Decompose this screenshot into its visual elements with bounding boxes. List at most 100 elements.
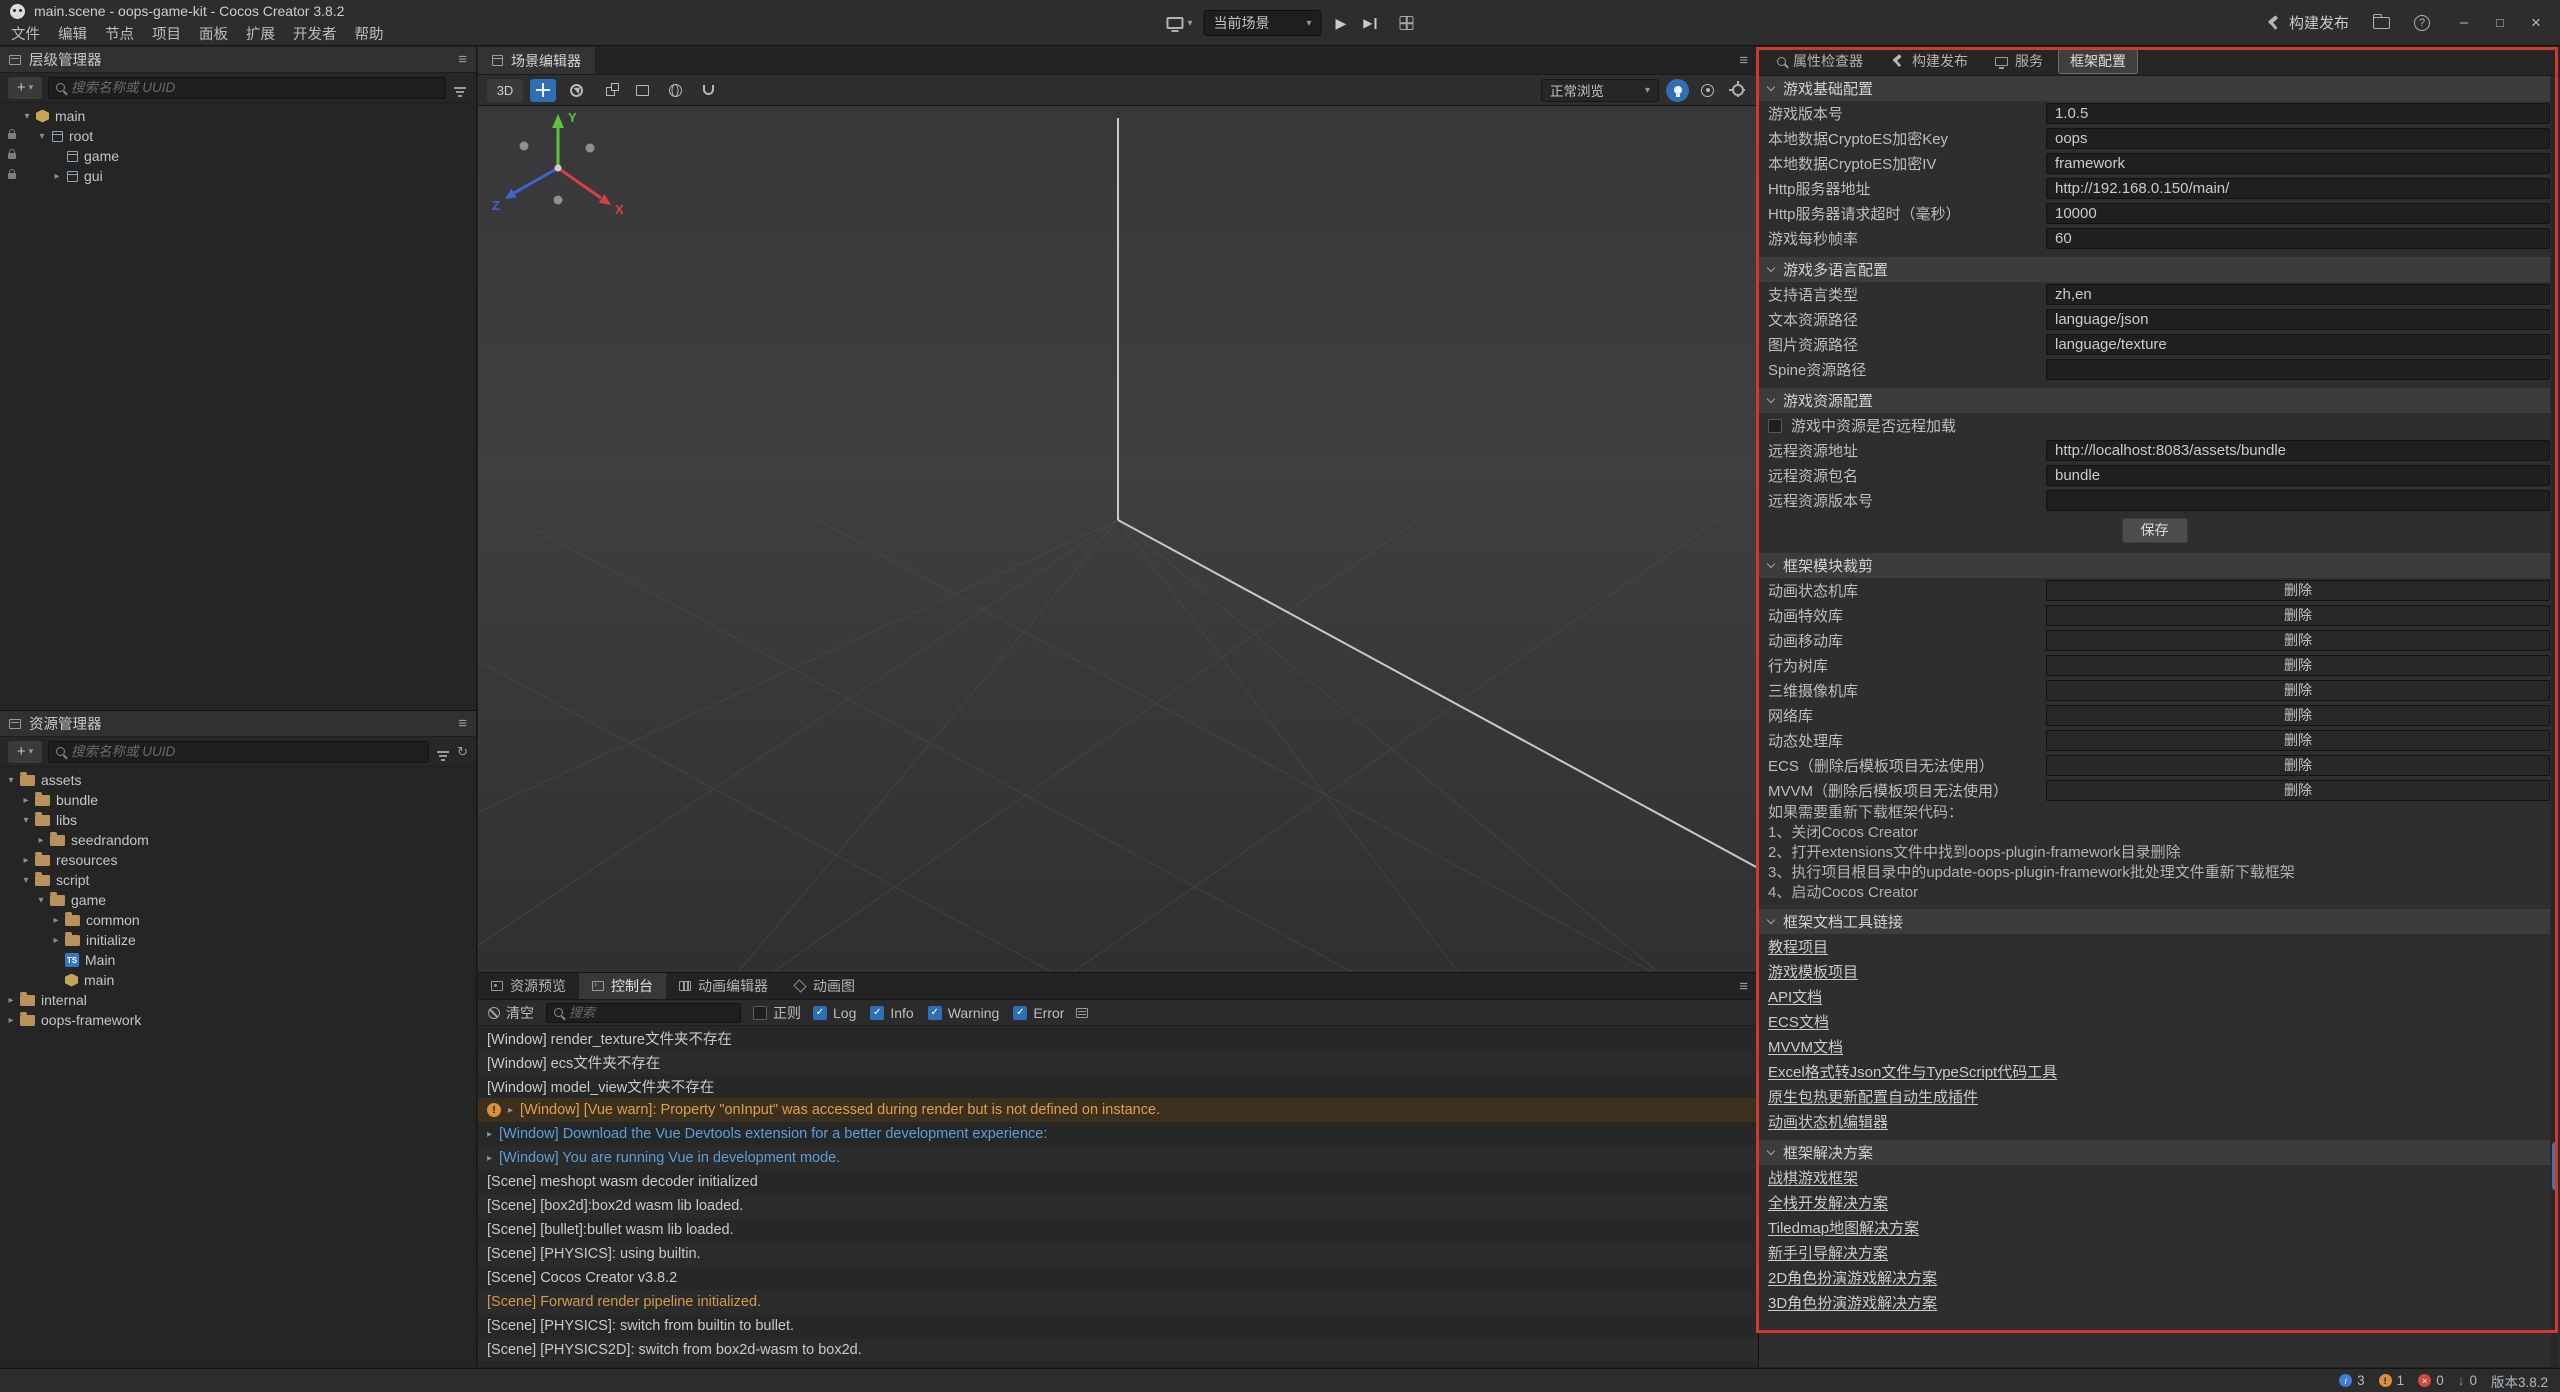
move-tool-button[interactable] [530,79,556,102]
assets-search-box[interactable] [48,741,429,763]
section-header[interactable]: 游戏资源配置 [1759,388,2550,413]
filter-warning[interactable]: Warning [928,1005,1000,1021]
field-input[interactable]: zh,en [2046,284,2550,305]
section-header[interactable]: 框架文档工具链接 [1759,909,2550,934]
add-asset-button[interactable] [8,741,42,763]
panel-menu-icon[interactable] [1739,978,1748,995]
field-input[interactable]: language/json [2046,309,2550,330]
add-node-button[interactable] [8,77,42,99]
chevron-right-icon[interactable]: ▸ [19,855,33,866]
menu-item-2[interactable]: 节点 [96,23,143,44]
log-row[interactable]: [Scene] [box2d]:box2d wasm lib loaded. [478,1194,1758,1218]
checkbox-icon[interactable] [1768,419,1782,433]
tab-anim-editor[interactable]: 动画编辑器 [666,973,781,999]
delete-button[interactable]: 删除 [2046,730,2550,751]
axis-gizmo[interactable]: Y X Z [478,106,638,226]
delete-button[interactable]: 删除 [2046,655,2550,676]
log-row[interactable]: [Scene] [bullet]:bullet wasm lib loaded. [478,1218,1758,1242]
hierarchy-search-box[interactable] [48,77,446,99]
log-row[interactable]: [Window] ecs文件夹不存在 [478,1050,1758,1074]
tree-node-libs[interactable]: ▾libs [0,810,476,830]
tree-node-main[interactable]: ▾main [0,106,476,126]
delete-button[interactable]: 删除 [2046,630,2550,651]
doc-link[interactable]: 2D角色扮演游戏解决方案 [1759,1265,2550,1290]
log-row[interactable]: [Window] render_texture文件夹不存在 [478,1026,1758,1050]
chevron-right-icon[interactable]: ▸ [4,995,18,1006]
chevron-right-icon[interactable]: ▸ [487,1153,492,1164]
field-input[interactable]: 60 [2046,228,2550,249]
maximize-button[interactable] [2490,14,2510,31]
doc-link[interactable]: Tiledmap地图解决方案 [1759,1215,2550,1240]
chevron-right-icon[interactable]: ▸ [4,1015,18,1026]
menu-item-7[interactable]: 帮助 [346,23,393,44]
chevron-down-icon[interactable]: ▾ [35,131,49,142]
console-info-counter[interactable]: 3 [2339,1373,2365,1388]
doc-link[interactable]: 3D角色扮演游戏解决方案 [1759,1290,2550,1315]
log-row[interactable]: [Scene] Cocos Creator v3.8.2 [478,1266,1758,1290]
checkbox-icon[interactable] [753,1006,767,1020]
doc-link[interactable]: 游戏模板项目 [1759,959,2550,984]
tree-node-game[interactable]: ▾game [0,890,476,910]
checkbox-icon[interactable] [1013,1006,1027,1020]
chevron-down-icon[interactable]: ▾ [4,775,18,786]
delete-button[interactable]: 删除 [2046,580,2550,601]
tab-inspector[interactable]: 属性检查器 [1766,50,1874,73]
delete-button[interactable]: 删除 [2046,705,2550,726]
field-input[interactable]: 10000 [2046,203,2550,224]
log-row[interactable]: ▸[Window] Download the Vue Devtools exte… [478,1122,1758,1146]
scene-settings-button[interactable] [1726,79,1749,102]
console-search-input[interactable] [569,1005,733,1020]
doc-link[interactable]: 全栈开发解决方案 [1759,1190,2550,1215]
tree-node-script[interactable]: ▾script [0,870,476,890]
chevron-right-icon[interactable]: ▸ [508,1105,513,1116]
log-row[interactable]: [Scene] meshopt wasm decoder initialized [478,1170,1758,1194]
view-mode-selector[interactable]: 正常浏览 ▾ [1541,79,1659,102]
field-input[interactable]: oops [2046,128,2550,149]
network-counter[interactable]: 0 [2458,1373,2477,1388]
doc-link[interactable]: MVVM文档 [1759,1034,2550,1059]
open-logs-icon[interactable] [2373,17,2390,29]
rotate-tool-button[interactable] [563,79,589,102]
log-row[interactable]: [Scene] [PHYSICS2D]: switch from box2d-w… [478,1338,1758,1362]
tree-node-resources[interactable]: ▸resources [0,850,476,870]
console-search-box[interactable] [546,1003,741,1023]
build-publish-button[interactable]: 构建发布 [2266,12,2349,33]
chevron-down-icon[interactable]: ▾ [34,895,48,906]
hierarchy-search-input[interactable] [71,80,438,95]
filter-info[interactable]: Info [870,1005,913,1021]
filter-error[interactable]: Error [1013,1005,1064,1021]
log-row[interactable]: [Scene] Forward render pipeline initiali… [478,1290,1758,1314]
refresh-icon[interactable] [457,744,468,760]
menu-item-5[interactable]: 扩展 [237,23,284,44]
tab-preview[interactable]: 资源预览 [478,973,579,999]
log-row[interactable]: [Window] model_view文件夹不存在 [478,1074,1758,1098]
doc-link[interactable]: ECS文档 [1759,1009,2550,1034]
menu-item-1[interactable]: 编辑 [49,23,96,44]
panel-menu-icon[interactable] [458,51,467,68]
chevron-down-icon[interactable]: ▾ [19,875,33,886]
assets-search-input[interactable] [71,744,421,759]
menu-item-6[interactable]: 开发者 [284,23,346,44]
tree-node-oops-framework[interactable]: ▸oops-framework [0,1010,476,1030]
menu-item-4[interactable]: 面板 [190,23,237,44]
tree-node-root[interactable]: ▾root [0,126,476,146]
tree-node-common[interactable]: ▸common [0,910,476,930]
mode-3d-button[interactable]: 3D [487,79,523,102]
tree-node-game[interactable]: game [0,146,476,166]
console-error-counter[interactable]: 0 [2418,1373,2444,1388]
field-input[interactable]: http://192.168.0.150/main/ [2046,178,2550,199]
rect-tool-button[interactable] [629,79,655,102]
tab-console[interactable]: 控制台 [579,973,666,999]
help-icon[interactable]: ? [2414,15,2430,31]
log-row[interactable]: ▸[Window] You are running Vue in develop… [478,1146,1758,1170]
tree-node-assets[interactable]: ▾assets [0,770,476,790]
checkbox-icon[interactable] [813,1006,827,1020]
delete-button[interactable]: 删除 [2046,680,2550,701]
section-header[interactable]: 框架解决方案 [1759,1140,2550,1165]
section-header[interactable]: 框架模块裁剪 [1759,553,2550,578]
chevron-right-icon[interactable]: ▸ [50,171,64,182]
chevron-down-icon[interactable]: ▾ [20,111,34,122]
panel-menu-icon[interactable] [458,715,467,732]
chevron-right-icon[interactable]: ▸ [19,795,33,806]
preview-platform-button[interactable]: ▾ [1166,17,1192,29]
